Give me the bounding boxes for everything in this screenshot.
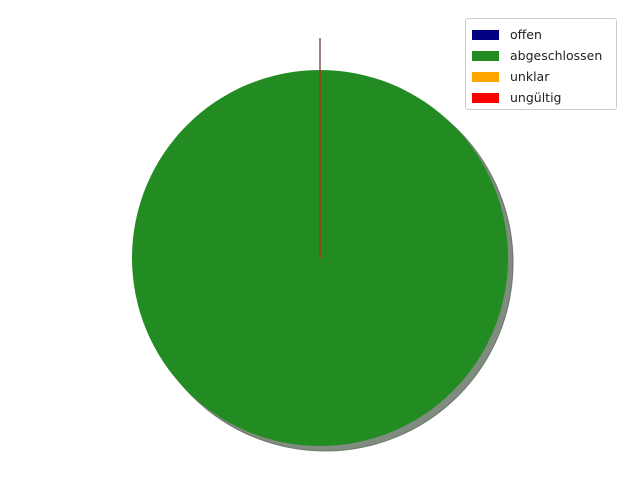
legend-item-unklar: unklar [472,66,616,87]
legend-label-offen: offen [510,27,542,42]
legend-swatch-offen [472,29,499,40]
legend-item-abgeschlossen: abgeschlossen [472,45,616,66]
legend: offen abgeschlossen unklar ungültig [465,18,617,110]
legend-item-ungueltig: ungültig [472,87,616,108]
legend-swatch-unklar [472,71,499,82]
legend-swatch-ungueltig [472,92,499,103]
legend-item-offen: offen [472,24,616,45]
legend-label-ungueltig: ungültig [510,90,562,105]
pie-slices [132,38,514,452]
legend-swatch-abgeschlossen [472,50,499,61]
legend-label-unklar: unklar [510,69,550,84]
legend-label-abgeschlossen: abgeschlossen [510,48,603,63]
